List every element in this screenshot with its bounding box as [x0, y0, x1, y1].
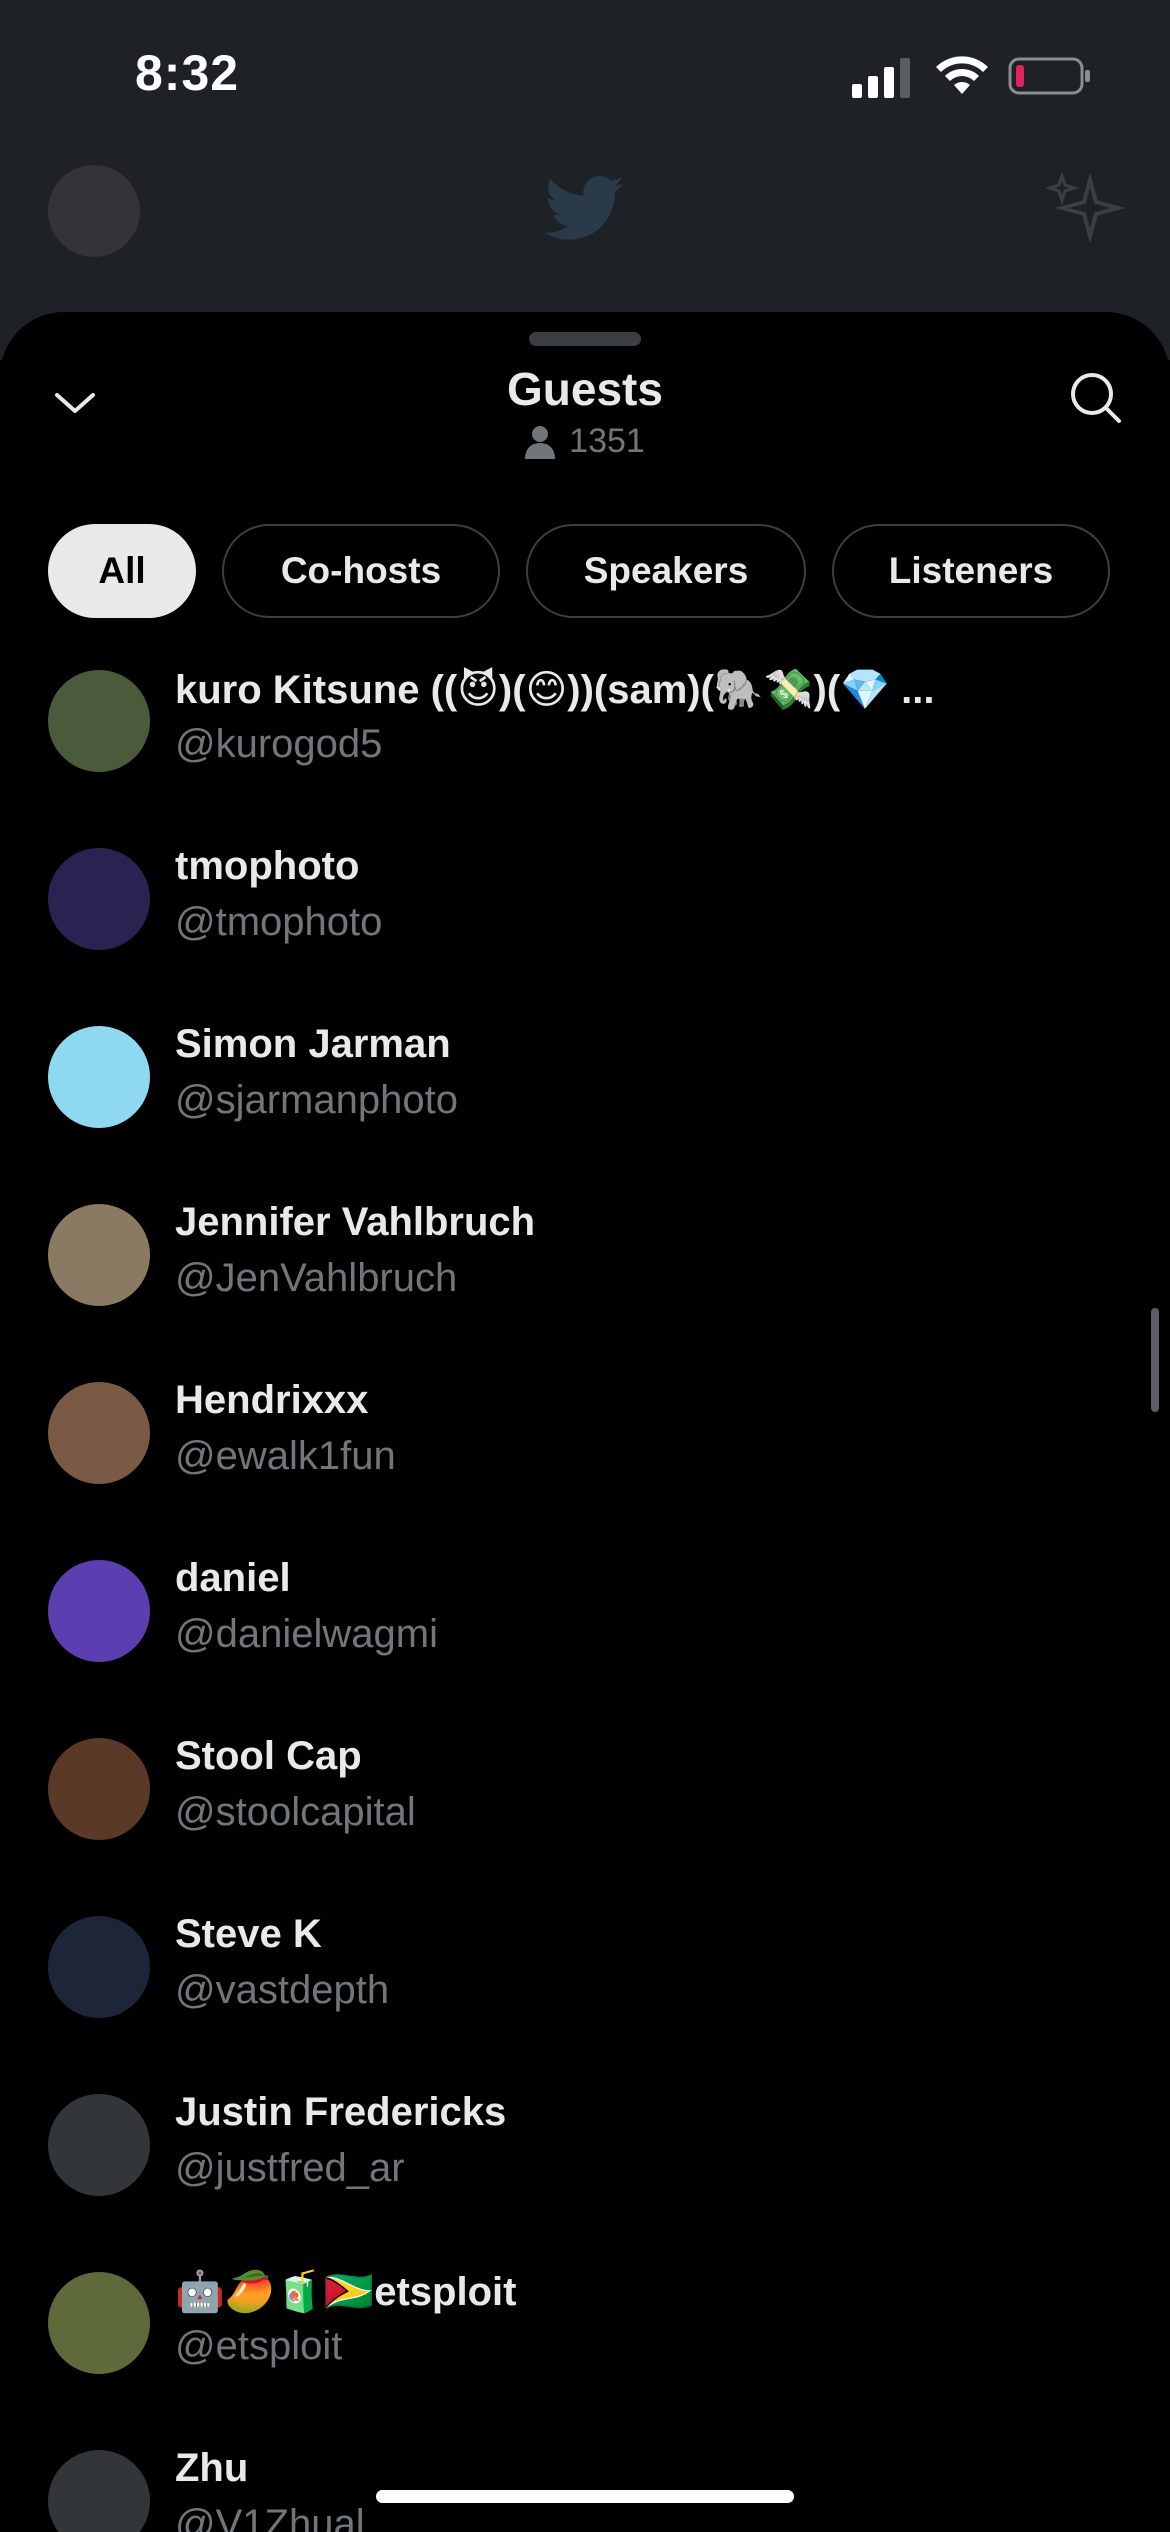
guests-sheet: Guests 1351 All Co-hosts Speakers Listen… [0, 312, 1170, 2532]
guest-handle: @V1Zhual [175, 2502, 365, 2532]
guest-handle: @vastdepth [175, 1968, 390, 2012]
guest-name: Justin Fredericks [175, 2090, 507, 2134]
guest-name: Hendrixxx [175, 1378, 369, 1422]
avatar [48, 1738, 150, 1840]
guest-name: Simon Jarman [175, 1022, 451, 1066]
guest-list: kuro Kitsune ((😈)(😊))(sam)(🐘💸)(💎 ... @ku… [0, 638, 1170, 2532]
search-icon [1071, 373, 1121, 423]
listener-count: 1351 [0, 422, 1170, 461]
twitter-bird-icon [544, 176, 624, 240]
tab-co-hosts[interactable]: Co-hosts [222, 524, 500, 618]
status-bar: 8:32 [0, 0, 1170, 150]
avatar [48, 1026, 150, 1128]
tab-all[interactable]: All [48, 524, 196, 618]
person-icon [525, 425, 556, 459]
home-indicator[interactable] [376, 2490, 794, 2503]
guest-handle: @stoolcapital [175, 1790, 416, 1834]
battery-icon [1008, 57, 1090, 95]
guest-row[interactable]: Justin Fredericks @justfred_ar [0, 2090, 1170, 2272]
guest-row[interactable]: tmophoto @tmophoto [0, 844, 1170, 1026]
guest-handle: @sjarmanphoto [175, 1078, 458, 1122]
guest-row[interactable]: daniel @danielwagmi [0, 1556, 1170, 1738]
guest-row[interactable]: Jennifer Vahlbruch @JenVahlbruch [0, 1200, 1170, 1382]
guest-handle: @JenVahlbruch [175, 1256, 458, 1300]
guest-name: Zhu [175, 2446, 249, 2490]
profile-avatar [48, 165, 140, 257]
guest-name: Steve K [175, 1912, 322, 1956]
guest-handle: @justfred_ar [175, 2146, 405, 2190]
guest-row[interactable]: kuro Kitsune ((😈)(😊))(sam)(🐘💸)(💎 ... @ku… [0, 668, 1170, 848]
guest-name: Stool Cap [175, 1734, 362, 1778]
guest-row[interactable]: Simon Jarman @sjarmanphoto [0, 1022, 1170, 1204]
avatar [48, 670, 150, 772]
guest-row[interactable]: Hendrixxx @ewalk1fun [0, 1378, 1170, 1560]
avatar [48, 848, 150, 950]
guest-name: kuro Kitsune ((😈)(😊))(sam)(🐘💸)(💎 ... [175, 668, 935, 712]
guest-handle: @kurogod5 [175, 722, 383, 766]
guest-handle: @tmophoto [175, 900, 383, 944]
avatar [48, 2094, 150, 2196]
background-app: 8:32 [0, 0, 1170, 360]
guest-row[interactable]: Stool Cap @stoolcapital [0, 1734, 1170, 1916]
guest-handle: @danielwagmi [175, 1612, 438, 1656]
avatar [48, 1560, 150, 1662]
search-button[interactable] [1064, 366, 1126, 428]
guest-handle: @ewalk1fun [175, 1434, 396, 1478]
guest-name: Jennifer Vahlbruch [175, 1200, 536, 1244]
guest-name: 🤖🥭🧃🇬🇾etsploit [175, 2270, 517, 2314]
guest-row[interactable]: 🤖🥭🧃🇬🇾etsploit @etsploit [0, 2270, 1170, 2450]
avatar [48, 1382, 150, 1484]
guest-row[interactable]: Steve K @vastdepth [0, 1912, 1170, 2094]
avatar [48, 1204, 150, 1306]
avatar [48, 1916, 150, 2018]
tab-listeners[interactable]: Listeners [832, 524, 1110, 618]
sheet-title: Guests [507, 363, 663, 415]
scrollbar[interactable] [1151, 1308, 1159, 1412]
filter-tabs: All Co-hosts Speakers Listeners [48, 524, 1110, 618]
guest-handle: @etsploit [175, 2324, 343, 2368]
guest-name: tmophoto [175, 844, 360, 888]
status-time: 8:32 [135, 45, 240, 101]
avatar [48, 2450, 150, 2532]
wifi-icon [936, 56, 988, 94]
cellular-signal-icon [852, 58, 910, 98]
tab-speakers[interactable]: Speakers [526, 524, 806, 618]
avatar [48, 2272, 150, 2374]
guest-name: daniel [175, 1556, 291, 1600]
listener-count-value: 1351 [569, 422, 645, 460]
sparkle-icon [1046, 170, 1126, 244]
sheet-grabber[interactable] [529, 332, 641, 346]
